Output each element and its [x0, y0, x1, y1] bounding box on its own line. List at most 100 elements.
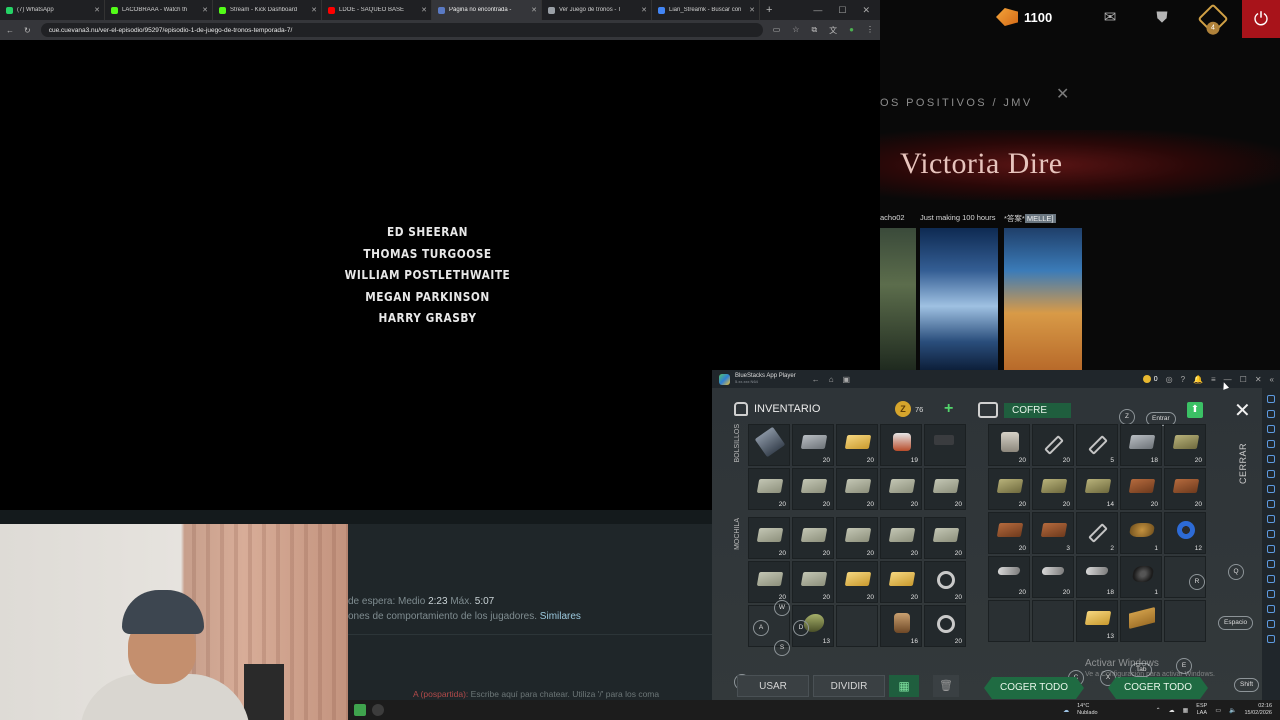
multi-window-icon[interactable]: ▣: [843, 375, 851, 384]
eco-mode-icon[interactable]: [1267, 590, 1275, 598]
inventory-slot[interactable]: 20: [792, 468, 834, 510]
inventory-slot[interactable]: 1: [1120, 512, 1162, 554]
macro-icon[interactable]: [1267, 515, 1275, 523]
inventory-slot[interactable]: 20: [1032, 556, 1074, 598]
inventory-slot[interactable]: 20: [880, 517, 922, 559]
mail-icon[interactable]: ✉: [1100, 10, 1120, 26]
inventory-slot[interactable]: 2: [1076, 512, 1118, 554]
weather[interactable]: 14°C Nublado: [1077, 703, 1098, 717]
close-icon[interactable]: ✕: [1056, 84, 1069, 104]
similares-link[interactable]: Similares: [540, 611, 581, 622]
address-bar[interactable]: cue.cuevana3.nu/ver-el-episodio/95297/ep…: [40, 23, 763, 37]
close-tab-icon[interactable]: ✕: [749, 6, 755, 14]
network-icon[interactable]: ▭: [1215, 707, 1221, 714]
shake-icon[interactable]: [1267, 560, 1275, 568]
inventory-slot[interactable]: 20: [880, 468, 922, 510]
volume-icon[interactable]: [1267, 410, 1275, 418]
settings-icon[interactable]: [1267, 605, 1275, 613]
back-icon[interactable]: ←: [812, 375, 820, 384]
player-card[interactable]: acho02: [880, 210, 916, 370]
clock[interactable]: 02:16 15/02/2026: [1244, 703, 1272, 717]
profile-icon[interactable]: ●: [849, 25, 854, 36]
use-button[interactable]: USAR: [737, 675, 809, 697]
inventory-slot[interactable]: 18: [1120, 424, 1162, 466]
close-inventory-button[interactable]: ✕: [1234, 398, 1251, 423]
extensions-icon[interactable]: ⧉: [811, 25, 817, 36]
inventory-slot[interactable]: 20: [988, 424, 1030, 466]
add-coins-button[interactable]: +: [944, 400, 953, 418]
bluestacks-taskbar-icon[interactable]: [354, 704, 366, 716]
inventory-slot[interactable]: 20: [880, 561, 922, 603]
language-indicator[interactable]: ESP LAA: [1196, 703, 1207, 717]
inventory-slot[interactable]: 20: [924, 605, 966, 647]
close-tab-icon[interactable]: ✕: [641, 6, 647, 14]
tab-whatsapp[interactable]: (7) WhatsApp ✕: [0, 0, 105, 20]
inventory-slot[interactable]: [1120, 600, 1162, 642]
fullscreen-icon[interactable]: [1267, 395, 1275, 403]
screenshot-icon[interactable]: [1267, 470, 1275, 478]
player-card[interactable]: *答案* MELLE]: [1004, 210, 1082, 370]
inventory-slot[interactable]: 20: [836, 561, 878, 603]
obs-taskbar-icon[interactable]: [372, 704, 384, 716]
maximize-icon[interactable]: ☐: [1240, 375, 1247, 384]
inventory-slot[interactable]: [1032, 600, 1074, 642]
inventory-slot[interactable]: 20: [792, 517, 834, 559]
chevron-up-icon[interactable]: ⌃: [1156, 707, 1161, 714]
inventory-slot[interactable]: 1: [1120, 556, 1162, 598]
inventory-slot[interactable]: 20: [748, 468, 790, 510]
power-icon[interactable]: ⏻: [1242, 0, 1280, 38]
back-icon[interactable]: [1267, 620, 1275, 628]
inventory-slot[interactable]: [924, 424, 966, 466]
close-tab-icon[interactable]: ✕: [94, 6, 100, 14]
record-icon[interactable]: [1267, 485, 1275, 493]
inventory-slot[interactable]: 20: [836, 468, 878, 510]
close-tab-icon[interactable]: ✕: [202, 6, 208, 14]
new-tab-button[interactable]: +: [760, 4, 778, 16]
inventory-slot[interactable]: 20: [1032, 468, 1074, 510]
tab-google-search[interactable]: Lian_Streamk - Buscar con ✕: [652, 0, 760, 20]
inventory-slot[interactable]: 20: [988, 468, 1030, 510]
inventory-slot[interactable]: 20: [988, 556, 1030, 598]
volume-icon[interactable]: 🔈: [1229, 707, 1236, 714]
inventory-slot[interactable]: 20: [1164, 424, 1206, 466]
tab-juego-de-tronos[interactable]: Ver Juego de tronos - T ✕: [542, 0, 652, 20]
account-icon[interactable]: ◎: [1166, 375, 1173, 384]
close-tab-icon[interactable]: ✕: [531, 6, 537, 14]
location-icon[interactable]: [1267, 575, 1275, 583]
inventory-slot[interactable]: 20: [924, 468, 966, 510]
tab-pagina-no-encontrada[interactable]: Página no encontrada - ✕: [432, 0, 542, 20]
treasure-icon[interactable]: 4: [1197, 3, 1229, 35]
gamepad-icon[interactable]: [1267, 440, 1275, 448]
split-button[interactable]: DIVIDIR: [813, 675, 885, 697]
trash-button[interactable]: 🗑: [933, 675, 959, 697]
help-icon[interactable]: ?: [1181, 375, 1185, 384]
inventory-slot[interactable]: 20: [748, 517, 790, 559]
reload-icon[interactable]: ↻: [24, 26, 31, 35]
back-icon[interactable]: ←: [6, 26, 14, 35]
player-card[interactable]: Just making 100 hours: [920, 210, 998, 370]
take-all-right-button[interactable]: COGER TODO: [1108, 677, 1208, 699]
home-icon[interactable]: ⌂: [829, 375, 834, 384]
collapse-sidebar-icon[interactable]: «: [1270, 375, 1274, 384]
inventory-slot[interactable]: 20: [792, 424, 834, 466]
armory-icon[interactable]: ⛊: [1152, 10, 1172, 26]
inventory-slot[interactable]: 20: [1120, 468, 1162, 510]
inventory-slot[interactable]: 16: [880, 605, 922, 647]
inventory-slot[interactable]: 20: [1164, 468, 1206, 510]
grid-view-button[interactable]: ▦: [889, 675, 919, 697]
inventory-slot[interactable]: 20: [836, 517, 878, 559]
rotate-icon[interactable]: [1267, 545, 1275, 553]
take-all-button[interactable]: COGER TODO: [984, 677, 1084, 699]
menu-icon[interactable]: ≡: [1211, 375, 1216, 384]
home-icon[interactable]: [1267, 635, 1275, 643]
chat-input[interactable]: A (pospartida): Escribe aquí para chatea…: [413, 689, 659, 699]
inventory-slot[interactable]: 13: [1076, 600, 1118, 642]
inventory-slot[interactable]: [836, 605, 878, 647]
close-tab-icon[interactable]: ✕: [311, 6, 317, 14]
bluestacks-points[interactable]: 0: [1142, 375, 1158, 383]
maximize-icon[interactable]: ☐: [838, 5, 846, 16]
inventory-slot[interactable]: 20: [988, 512, 1030, 554]
tab-kick-watch[interactable]: LACOBRAAA - Watch th ✕: [105, 0, 213, 20]
inventory-slot[interactable]: [1164, 600, 1206, 642]
inventory-slot[interactable]: 18: [1076, 556, 1118, 598]
